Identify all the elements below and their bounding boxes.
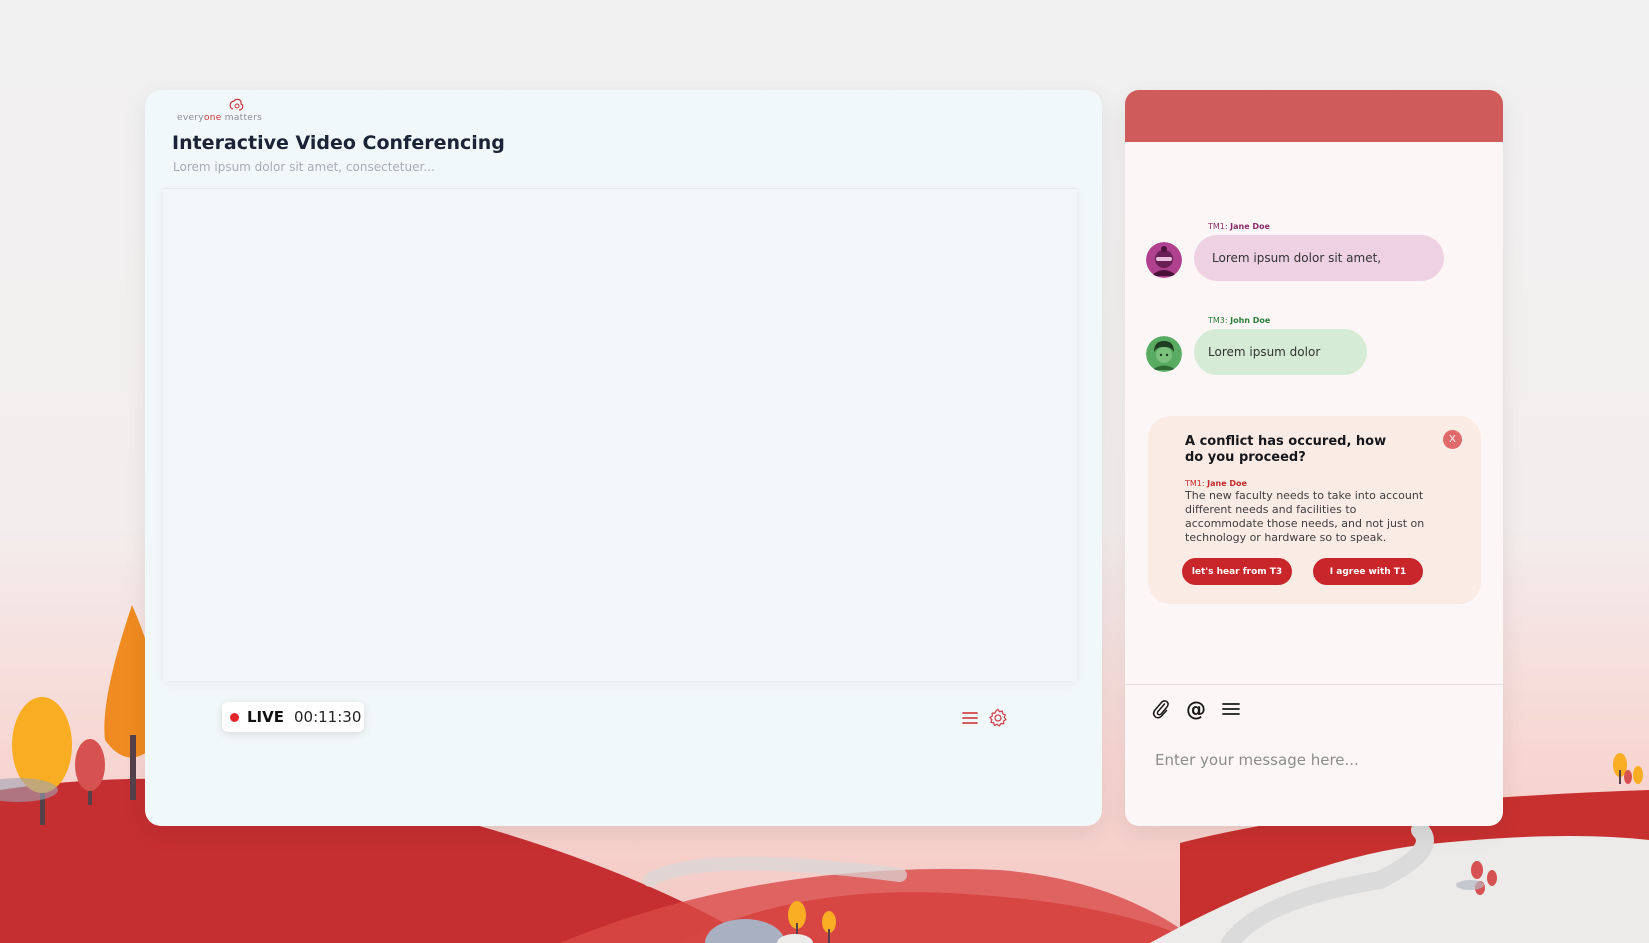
avatar-john-doe (1146, 336, 1182, 372)
logo-mark-icon (229, 98, 244, 111)
paperclip-icon[interactable] (1150, 698, 1172, 720)
conference-panel: everyone matters Interactive Video Confe… (145, 90, 1102, 826)
mention-icon[interactable]: @ (1186, 698, 1206, 720)
elapsed-time: 00:11:30 (294, 708, 362, 726)
video-stage[interactable] (163, 188, 1077, 681)
message-meta: TM1: Jane Doe (1208, 222, 1270, 231)
conflict-title: A conflict has occured, how do you proce… (1185, 434, 1387, 465)
conflict-prompt-card: A conflict has occured, how do you proce… (1148, 416, 1481, 604)
composer-divider (1125, 684, 1503, 685)
live-indicator-icon (230, 712, 239, 722)
conflict-message: The new faculty needs to take into accou… (1185, 489, 1425, 544)
composer-toolbar: @ (1150, 698, 1242, 720)
logo-text: everyone matters (177, 113, 263, 123)
page-subtitle: Lorem ipsum dolor sit amet, consectetuer… (173, 160, 435, 174)
agree-with-t1-button[interactable]: I agree with T1 (1313, 558, 1423, 585)
message-bubble: Lorem ipsum dolor (1194, 329, 1367, 375)
video-controls (960, 708, 1008, 728)
avatar-jane-doe (1146, 242, 1182, 278)
chat-header (1125, 90, 1503, 142)
live-label: LIVE (247, 708, 284, 726)
page-title: Interactive Video Conferencing (172, 132, 505, 154)
chat-panel: TM1: Jane Doe Lorem ipsum dolor sit amet… (1125, 90, 1503, 826)
hear-from-t3-button[interactable]: let's hear from T3 (1182, 558, 1292, 585)
message-input[interactable] (1153, 745, 1477, 775)
message-meta: TM3: John Doe (1208, 316, 1271, 325)
close-button[interactable]: X (1443, 430, 1462, 449)
menu-icon[interactable] (1220, 698, 1242, 720)
message-bubble: Lorem ipsum dolor sit amet, (1194, 235, 1444, 281)
menu-icon[interactable] (960, 708, 980, 728)
live-status-badge: LIVE 00:11:30 (222, 702, 364, 732)
conflict-author: TM1: Jane Doe (1185, 479, 1247, 488)
everyone-matters-logo: everyone matters (177, 98, 267, 126)
settings-gear-icon[interactable] (988, 708, 1008, 728)
